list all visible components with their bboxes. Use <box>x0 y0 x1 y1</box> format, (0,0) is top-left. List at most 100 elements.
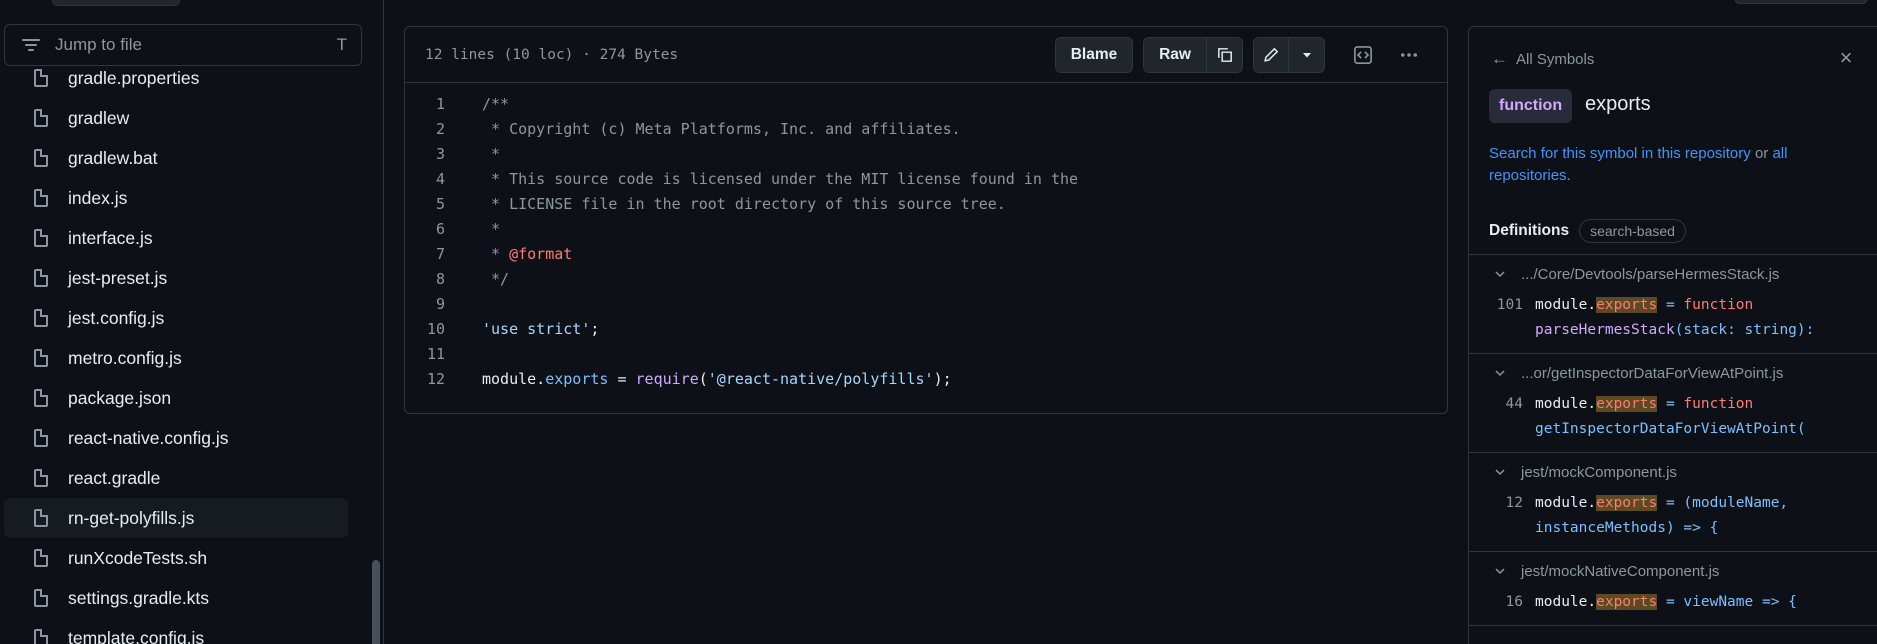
search-based-chip: search-based <box>1579 219 1686 243</box>
scrollbar-thumb[interactable] <box>372 560 380 644</box>
file-tree-item[interactable]: gradlew <box>4 98 348 138</box>
line-number[interactable]: 1 <box>405 95 445 113</box>
file-tree-item[interactable]: jest-preset.js <box>4 258 348 298</box>
x-icon: × <box>1839 45 1853 70</box>
chevron-down-icon <box>1493 267 1507 281</box>
file-name: template.config.js <box>68 627 205 644</box>
file-name: react-native.config.js <box>68 427 229 448</box>
line-number[interactable]: 12 <box>405 370 445 388</box>
code-square-icon <box>1354 45 1372 64</box>
line-number[interactable]: 3 <box>405 145 445 163</box>
file-tree-item[interactable]: jest.config.js <box>4 298 348 338</box>
result-line-number: 44 <box>1505 396 1523 412</box>
file-tree-item[interactable]: settings.gradle.kts <box>4 578 348 618</box>
symbols-panel-toggle[interactable] <box>1345 37 1381 73</box>
tree-scrollbar[interactable] <box>370 66 382 644</box>
result-line: 44 module.exports = function <box>1469 392 1877 417</box>
code-token: */ <box>482 269 510 288</box>
line-number[interactable]: 4 <box>405 170 445 188</box>
definitions-header: Definitions search-based <box>1489 219 1686 243</box>
code-line: 5 * LICENSE file in the root directory o… <box>405 191 1447 216</box>
result-line-number: 101 <box>1496 297 1523 313</box>
definition-group: jest/mockNativeComponent.js 16 module.expo… <box>1469 552 1877 626</box>
file-tree-item[interactable]: index.js <box>4 178 348 218</box>
line-number[interactable]: 10 <box>405 320 445 338</box>
result-code: module.exports = function <box>1535 392 1753 417</box>
definition-file-header[interactable]: jest/mockNativeComponent.js <box>1469 552 1877 590</box>
file-tree-item[interactable]: metro.config.js <box>4 338 348 378</box>
copy-raw-button[interactable] <box>1207 36 1243 73</box>
result-line-number <box>1469 417 1523 442</box>
line-number[interactable]: 8 <box>405 270 445 288</box>
definition-result[interactable]: 12 module.exports = (moduleName, instanceM… <box>1469 491 1877 551</box>
chevron-down-icon <box>1493 366 1507 380</box>
line-number[interactable]: 7 <box>405 245 445 263</box>
file-icon <box>34 429 48 447</box>
file-tree-item[interactable]: react-native.config.js <box>4 418 348 458</box>
file-tree-item[interactable]: template.config.js <box>4 618 348 644</box>
code-token: module. <box>1535 396 1597 412</box>
raw-button[interactable]: Raw <box>1143 36 1207 73</box>
jump-to-file-placeholder: Jump to file <box>55 35 142 54</box>
definition-result[interactable]: 16 module.exports = viewName => { <box>1469 590 1877 625</box>
definition-file-header[interactable]: .../Core/Devtools/parseHermesStack.js <box>1469 255 1877 293</box>
edit-button[interactable] <box>1253 36 1289 73</box>
line-number[interactable]: 6 <box>405 220 445 238</box>
search-or-text: or <box>1750 145 1773 162</box>
definition-result[interactable]: 44 module.exports = function getInspectorD… <box>1469 392 1877 452</box>
line-number[interactable]: 11 <box>405 345 445 363</box>
code-token: = <box>1657 396 1684 412</box>
result-line: parseHermesStack(stack: string): <box>1469 318 1877 343</box>
file-icon <box>34 189 48 207</box>
line-number[interactable]: 5 <box>405 195 445 213</box>
definition-file-header[interactable]: ...or/getInspectorDataForViewAtPoint.js <box>1469 354 1877 392</box>
file-tree-item[interactable]: package.json <box>4 378 348 418</box>
file-tree-item[interactable]: rn-get-polyfills.js <box>4 498 348 538</box>
line-number[interactable]: 9 <box>405 295 445 313</box>
file-tree-item[interactable]: react.gradle <box>4 458 348 498</box>
symbols-panel: ← All Symbols × function exports Search … <box>1468 26 1877 644</box>
triangle-down-icon <box>1302 52 1311 57</box>
result-line-number: 12 <box>1505 495 1523 511</box>
result-code: module.exports = viewName => { <box>1535 590 1797 615</box>
all-symbols-link[interactable]: ← All Symbols <box>1491 49 1594 69</box>
code-token: instanceMethods) => { <box>1535 520 1719 536</box>
code-viewer: 12 lines (10 loc) · 274 Bytes Blame Raw <box>404 26 1448 414</box>
file-tree-item[interactable]: interface.js <box>4 218 348 258</box>
file-tree-item[interactable]: gradlew.bat <box>4 138 348 178</box>
definition-result[interactable]: 101 module.exports = function parseHermesS… <box>1469 293 1877 353</box>
result-line: 12 module.exports = (moduleName, <box>1469 491 1877 516</box>
file-icon <box>34 629 48 644</box>
code-line: 3 * <box>405 141 1447 166</box>
definition-file-header[interactable]: jest/mockComponent.js <box>1469 453 1877 491</box>
code-token: . <box>536 369 546 388</box>
result-line: 16 module.exports = viewName => { <box>1469 590 1877 615</box>
code-token: parseHermesStack <box>1535 322 1675 338</box>
file-tree-item[interactable]: runXcodeTests.sh <box>4 538 348 578</box>
close-symbols-button[interactable]: × <box>1835 45 1857 70</box>
file-icon <box>34 69 48 87</box>
file-icon <box>34 109 48 127</box>
header-button[interactable] <box>1734 0 1868 4</box>
code-token: * <box>482 244 510 263</box>
code-line: 2 * Copyright (c) Meta Platforms, Inc. a… <box>405 116 1447 141</box>
search-repo-link[interactable]: Search for this symbol in this repositor… <box>1489 145 1751 162</box>
edit-dropdown-button[interactable] <box>1289 36 1325 73</box>
code-token: ; <box>590 319 600 338</box>
tree-header-button[interactable] <box>52 0 180 6</box>
code-token: require <box>635 369 699 388</box>
copy-icon <box>1217 47 1232 62</box>
file-name: gradlew <box>68 107 130 128</box>
code-line: 11 <box>405 341 1447 366</box>
file-name: runXcodeTests.sh <box>68 547 208 568</box>
blame-button[interactable]: Blame <box>1055 36 1133 73</box>
more-options-button[interactable] <box>1391 37 1427 73</box>
file-name: settings.gradle.kts <box>68 587 210 608</box>
file-tree-item[interactable]: gradle.properties <box>4 58 348 98</box>
code-token: function <box>1683 396 1754 412</box>
code-token: module. <box>1535 297 1597 313</box>
line-number[interactable]: 2 <box>405 120 445 138</box>
file-name: jest-preset.js <box>68 267 168 288</box>
shortcut-hint: T <box>336 35 347 54</box>
filter-icon <box>19 36 43 54</box>
